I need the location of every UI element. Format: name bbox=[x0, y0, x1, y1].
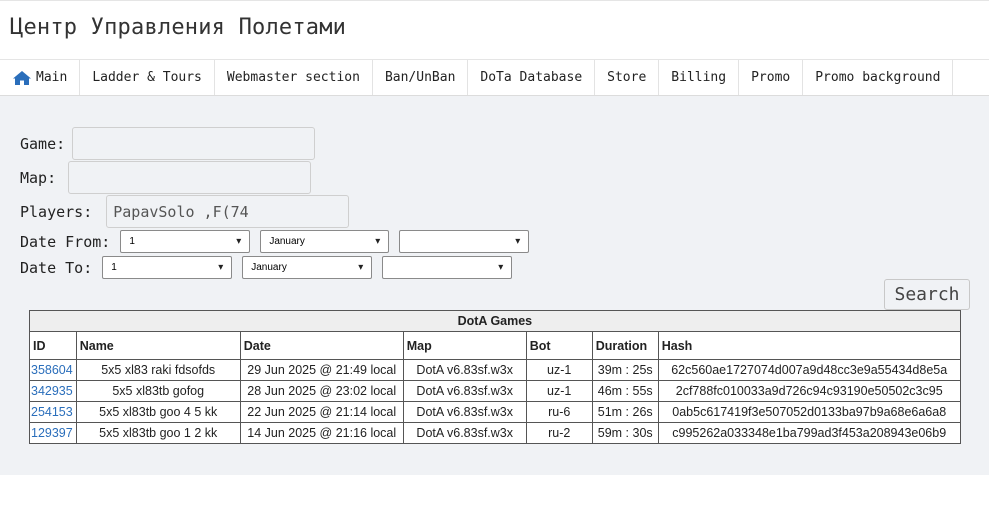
game-id-link[interactable]: 358604 bbox=[31, 363, 73, 377]
nav-item-store[interactable]: Store bbox=[595, 60, 660, 95]
game-label: Game: bbox=[20, 134, 66, 153]
game-name-cell: 5x5 xl83tb goo 1 2 kk bbox=[75, 422, 241, 444]
map-row: Map: bbox=[20, 161, 312, 194]
game-hash-cell: 0ab5c617419f3e507052d0133ba97b9a68e6a6a8 bbox=[657, 401, 961, 423]
chevron-down-icon: ▾ bbox=[236, 236, 242, 247]
date-from-year-select[interactable]: ▾ bbox=[399, 230, 530, 253]
nav-item-ban-unban[interactable]: Ban/UnBan bbox=[373, 60, 469, 95]
column-header-map: Map bbox=[402, 331, 527, 360]
search-button[interactable]: Search bbox=[884, 279, 970, 310]
game-bot-cell: ru-2 bbox=[525, 422, 593, 444]
date-from-day-select[interactable]: 1 ▾ bbox=[120, 230, 251, 253]
date-from-row: Date From: 1 ▾ January ▾ ▾ bbox=[20, 230, 530, 253]
nav-item-webmaster-section[interactable]: Webmaster section bbox=[215, 60, 373, 95]
column-header-date: Date bbox=[239, 331, 404, 360]
game-duration-cell: 39m : 25s bbox=[591, 359, 659, 381]
game-id-link[interactable]: 254153 bbox=[31, 405, 73, 419]
game-input[interactable] bbox=[72, 127, 316, 160]
game-id-cell: 129397 bbox=[29, 422, 77, 444]
column-header-hash: Hash bbox=[657, 331, 961, 360]
game-duration-cell: 51m : 26s bbox=[591, 401, 659, 423]
game-name-cell: 5x5 xl83tb goo 4 5 kk bbox=[75, 401, 241, 423]
game-duration-cell: 59m : 30s bbox=[591, 422, 659, 444]
map-input[interactable] bbox=[68, 161, 312, 194]
game-name-cell: 5x5 xl83 raki fdsofds bbox=[75, 359, 241, 381]
nav-item-main[interactable]: Main bbox=[0, 60, 81, 95]
column-header-duration: Duration bbox=[591, 331, 659, 360]
game-id-cell: 254153 bbox=[29, 401, 77, 423]
date-to-month-value: January bbox=[251, 262, 287, 273]
date-to-day-value: 1 bbox=[111, 262, 117, 273]
map-label: Map: bbox=[20, 168, 57, 187]
game-map-cell: DotA v6.83sf.w3x bbox=[402, 380, 527, 402]
chevron-down-icon: ▾ bbox=[375, 236, 381, 247]
date-to-day-select[interactable]: 1 ▾ bbox=[102, 256, 233, 279]
nav-item-promo-background[interactable]: Promo background bbox=[803, 60, 954, 95]
game-map-cell: DotA v6.83sf.w3x bbox=[402, 401, 527, 423]
search-panel: Game: Map: Players: Date From: 1 ▾ Janua… bbox=[0, 96, 989, 475]
game-map-cell: DotA v6.83sf.w3x bbox=[402, 422, 527, 444]
table-row: 342935 5x5 xl83tb gofog 28 Jun 2025 @ 23… bbox=[29, 380, 961, 402]
game-date-cell: 22 Jun 2025 @ 21:14 local bbox=[239, 401, 404, 423]
home-icon bbox=[12, 70, 32, 86]
column-header-id: ID bbox=[29, 331, 77, 360]
games-table: DotA Games ID Name Date Map Bot Duration… bbox=[29, 310, 961, 444]
table-row: 358604 5x5 xl83 raki fdsofds 29 Jun 2025… bbox=[29, 359, 961, 381]
table-caption-row: DotA Games bbox=[29, 310, 961, 332]
game-hash-cell: c995262a033348e1ba799ad3f453a208943e06b9 bbox=[657, 422, 961, 444]
game-hash-cell: 62c560ae1727074d007a9d48cc3e9a55434d8e5a bbox=[657, 359, 961, 381]
game-bot-cell: uz-1 bbox=[525, 380, 593, 402]
game-date-cell: 28 Jun 2025 @ 23:02 local bbox=[239, 380, 404, 402]
game-date-cell: 14 Jun 2025 @ 21:16 local bbox=[239, 422, 404, 444]
nav-item-dota-database[interactable]: DoTa Database bbox=[468, 60, 596, 95]
nav-item-ladder-tours[interactable]: Ladder & Tours bbox=[80, 60, 215, 95]
game-id-cell: 358604 bbox=[29, 359, 77, 381]
game-map-cell: DotA v6.83sf.w3x bbox=[402, 359, 527, 381]
date-from-month-value: January bbox=[269, 236, 305, 247]
game-date-cell: 29 Jun 2025 @ 21:49 local bbox=[239, 359, 404, 381]
date-from-label: Date From: bbox=[20, 232, 111, 251]
game-bot-cell: ru-6 bbox=[525, 401, 593, 423]
date-to-row: Date To: 1 ▾ January ▾ ▾ bbox=[20, 256, 513, 279]
nav-item-promo[interactable]: Promo bbox=[739, 60, 804, 95]
players-input[interactable] bbox=[106, 195, 350, 228]
players-row: Players: bbox=[20, 195, 350, 228]
players-label: Players: bbox=[20, 202, 93, 221]
column-header-name: Name bbox=[75, 331, 241, 360]
game-id-link[interactable]: 129397 bbox=[31, 426, 73, 440]
chevron-down-icon: ▾ bbox=[515, 236, 521, 247]
game-bot-cell: uz-1 bbox=[525, 359, 593, 381]
date-from-day-value: 1 bbox=[129, 236, 135, 247]
column-header-bot: Bot bbox=[525, 331, 593, 360]
chevron-down-icon: ▾ bbox=[498, 262, 504, 273]
table-caption: DotA Games bbox=[29, 310, 961, 332]
table-row: 254153 5x5 xl83tb goo 4 5 kk 22 Jun 2025… bbox=[29, 401, 961, 423]
nav-item-billing[interactable]: Billing bbox=[659, 60, 740, 95]
page-title: Центр Управления Полетами bbox=[0, 0, 989, 60]
date-to-label: Date To: bbox=[20, 258, 93, 277]
chevron-down-icon: ▾ bbox=[358, 262, 364, 273]
game-id-link[interactable]: 342935 bbox=[31, 384, 73, 398]
table-row: 129397 5x5 xl83tb goo 1 2 kk 14 Jun 2025… bbox=[29, 422, 961, 444]
game-row: Game: bbox=[20, 127, 316, 160]
game-id-cell: 342935 bbox=[29, 380, 77, 402]
game-duration-cell: 46m : 55s bbox=[591, 380, 659, 402]
date-from-month-select[interactable]: January ▾ bbox=[260, 230, 390, 253]
date-to-month-select[interactable]: January ▾ bbox=[242, 256, 373, 279]
game-hash-cell: 2cf788fc010033a9d726c94c93190e50502c3c95 bbox=[657, 380, 961, 402]
date-to-year-select[interactable]: ▾ bbox=[382, 256, 513, 279]
chevron-down-icon: ▾ bbox=[218, 262, 224, 273]
game-name-cell: 5x5 xl83tb gofog bbox=[75, 380, 241, 402]
nav-item-label: Main bbox=[36, 70, 68, 85]
table-header-row: ID Name Date Map Bot Duration Hash bbox=[29, 331, 961, 360]
main-nav: Main Ladder & Tours Webmaster section Ba… bbox=[0, 60, 989, 96]
